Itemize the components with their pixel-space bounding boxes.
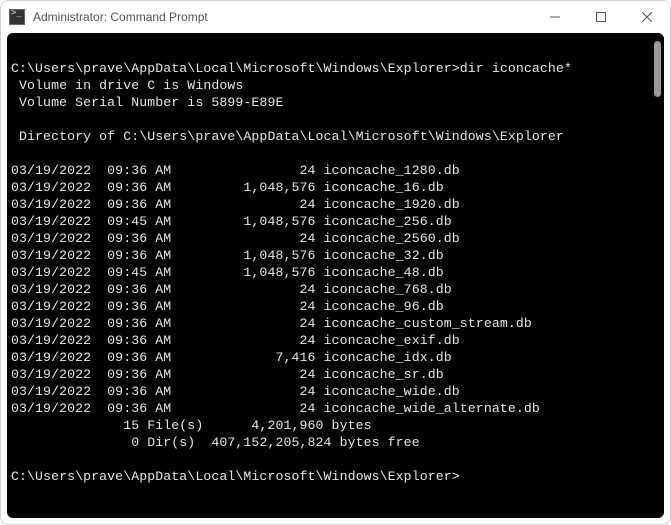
window-title: Administrator: Command Prompt [33, 10, 532, 24]
window-frame: Administrator: Command Prompt C:\Users\p… [0, 0, 671, 525]
close-button[interactable] [624, 1, 670, 33]
window-controls [532, 1, 670, 33]
titlebar[interactable]: Administrator: Command Prompt [1, 1, 670, 33]
minimize-icon [550, 12, 560, 22]
console-output: C:\Users\prave\AppData\Local\Microsoft\W… [7, 33, 664, 495]
terminal-area[interactable]: C:\Users\prave\AppData\Local\Microsoft\W… [7, 33, 664, 518]
maximize-button[interactable] [578, 1, 624, 33]
scrollbar-thumb[interactable] [654, 41, 661, 97]
close-icon [642, 12, 652, 22]
maximize-icon [596, 12, 606, 22]
minimize-button[interactable] [532, 1, 578, 33]
app-icon [9, 9, 25, 25]
